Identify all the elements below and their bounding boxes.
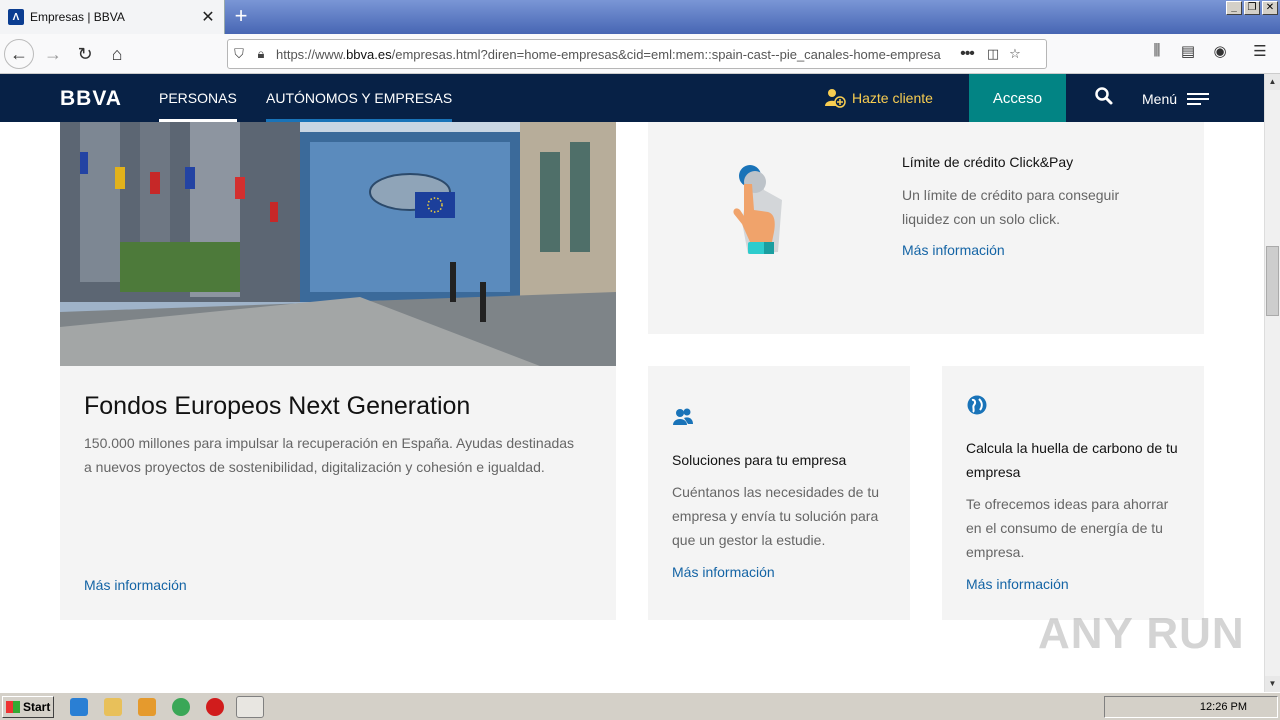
- card-title: Límite de crédito Click&Pay: [902, 154, 1074, 170]
- account-icon[interactable]: ◉: [1208, 42, 1232, 66]
- tap-finger-illustration: [733, 165, 782, 254]
- media-player-icon[interactable]: [138, 698, 156, 716]
- tab-close-icon[interactable]: ✕: [198, 7, 218, 27]
- card-title: Fondos Europeos Next Generation: [84, 392, 471, 420]
- start-button[interactable]: Start: [2, 696, 54, 718]
- window-close-button[interactable]: ✕: [1262, 1, 1278, 15]
- card-soluciones-empresa[interactable]: Soluciones para tu empresa Cuéntanos las…: [648, 366, 910, 620]
- card-description: 150.000 millones para impulsar la recupe…: [84, 435, 575, 475]
- browser-navbar: ← → ↻ ⌂ ⛉ 🔒︎ https://www.bbva.es/empresa…: [0, 34, 1280, 74]
- card-description: Cuéntanos las necesidades de tu empresa …: [672, 484, 880, 548]
- browser-titlebar: Λ Empresas | BBVA ✕ + _ ❐ ✕: [0, 0, 1280, 34]
- card-limite-credito[interactable]: Límite de crédito Click&Pay Un límite de…: [648, 122, 1204, 334]
- sidebar-icon[interactable]: ▤: [1176, 42, 1200, 66]
- page-scrollbar[interactable]: ▲ ▼: [1264, 74, 1280, 692]
- pocket-icon[interactable]: ◫: [982, 46, 1004, 62]
- globe-leaf-icon: [967, 395, 987, 415]
- card-title: Calcula la huella de carbono de tu empre…: [966, 440, 1178, 480]
- nav-tab-label: PERSONAS: [159, 90, 237, 106]
- back-button[interactable]: ←: [4, 39, 34, 69]
- browser-tab[interactable]: Λ Empresas | BBVA ✕: [0, 0, 225, 34]
- scroll-down-icon[interactable]: ▼: [1265, 676, 1280, 692]
- scroll-up-icon[interactable]: ▲: [1265, 74, 1280, 90]
- web-page: BBVA PERSONAS AUTÓNOMOS Y EMPRESAS Hazte…: [0, 74, 1264, 692]
- acceso-button[interactable]: Acceso: [969, 74, 1066, 122]
- tab-title: Empresas | BBVA: [30, 10, 125, 24]
- nav-tab-personas[interactable]: PERSONAS: [159, 90, 237, 122]
- menu-button[interactable]: Menú: [1142, 90, 1210, 108]
- clock: 12:26 PM: [1199, 701, 1247, 713]
- nav-tab-label: AUTÓNOMOS Y EMPRESAS: [266, 90, 453, 106]
- mas-informacion-link[interactable]: Más información: [84, 577, 187, 593]
- forward-button[interactable]: →: [38, 40, 68, 68]
- explorer-icon[interactable]: [104, 698, 122, 716]
- windows-logo-icon: [6, 701, 20, 713]
- shield-icon[interactable]: ⛉: [228, 46, 250, 62]
- menu-label: Menú: [1142, 91, 1178, 107]
- new-tab-button[interactable]: +: [230, 5, 252, 27]
- card-fondos-europeos[interactable]: Fondos Europeos Next Generation 150.000 …: [60, 122, 616, 620]
- url-bar[interactable]: ⛉ 🔒︎ https://www.bbva.es/empresas.html?d…: [227, 39, 1047, 69]
- library-icon[interactable]: ⫼: [1145, 42, 1169, 66]
- people-icon: [673, 408, 693, 425]
- home-button[interactable]: ⌂: [102, 40, 132, 68]
- bookmark-star-icon[interactable]: ☆: [1004, 46, 1026, 62]
- bbva-favicon-icon: Λ: [8, 9, 24, 25]
- add-user-icon: [825, 89, 846, 108]
- bbva-logo[interactable]: BBVA: [60, 87, 122, 111]
- hamburger-menu-icon[interactable]: ☰: [1248, 42, 1272, 66]
- card-huella-carbono[interactable]: Calcula la huella de carbono de tu empre…: [942, 366, 1204, 620]
- chrome-icon[interactable]: [172, 698, 190, 716]
- scroll-thumb[interactable]: [1266, 246, 1279, 316]
- firefox-taskbar-button[interactable]: [236, 696, 264, 718]
- nav-tab-empresas[interactable]: AUTÓNOMOS Y EMPRESAS: [266, 90, 453, 122]
- search-icon[interactable]: [1094, 86, 1114, 106]
- card-description: Te ofrecemos ideas para ahorrar en el co…: [966, 496, 1169, 560]
- european-parliament-photo: [60, 122, 616, 366]
- reload-button[interactable]: ↻: [70, 40, 100, 68]
- mas-informacion-link[interactable]: Más información: [672, 564, 775, 580]
- system-tray: 12:26 PM: [1104, 696, 1278, 718]
- url-text[interactable]: https://www.bbva.es/empresas.html?diren=…: [276, 47, 952, 62]
- restore-button[interactable]: ❐: [1244, 1, 1260, 15]
- lock-icon[interactable]: 🔒︎: [250, 46, 272, 62]
- ie-icon[interactable]: [70, 698, 88, 716]
- page-actions-button[interactable]: •••: [952, 45, 982, 63]
- window-controls: _ ❐ ✕: [1226, 1, 1278, 15]
- card-title: Soluciones para tu empresa: [672, 452, 847, 468]
- mas-informacion-link[interactable]: Más información: [966, 576, 1069, 592]
- menu-bars-icon: [1187, 90, 1210, 108]
- opera-icon[interactable]: [206, 698, 224, 716]
- windows-taskbar: Start 12:26 PM: [0, 692, 1280, 720]
- hazte-cliente-link[interactable]: Hazte cliente: [824, 88, 933, 108]
- anyrun-watermark: ANY RUN: [1038, 609, 1245, 658]
- hazte-cliente-label: Hazte cliente: [852, 90, 933, 106]
- minimize-button[interactable]: _: [1226, 1, 1242, 15]
- start-label: Start: [23, 700, 51, 714]
- card-description: Un límite de crédito para conseguir liqu…: [902, 187, 1120, 227]
- mas-informacion-link[interactable]: Más información: [902, 242, 1005, 258]
- site-header: BBVA PERSONAS AUTÓNOMOS Y EMPRESAS Hazte…: [0, 74, 1264, 122]
